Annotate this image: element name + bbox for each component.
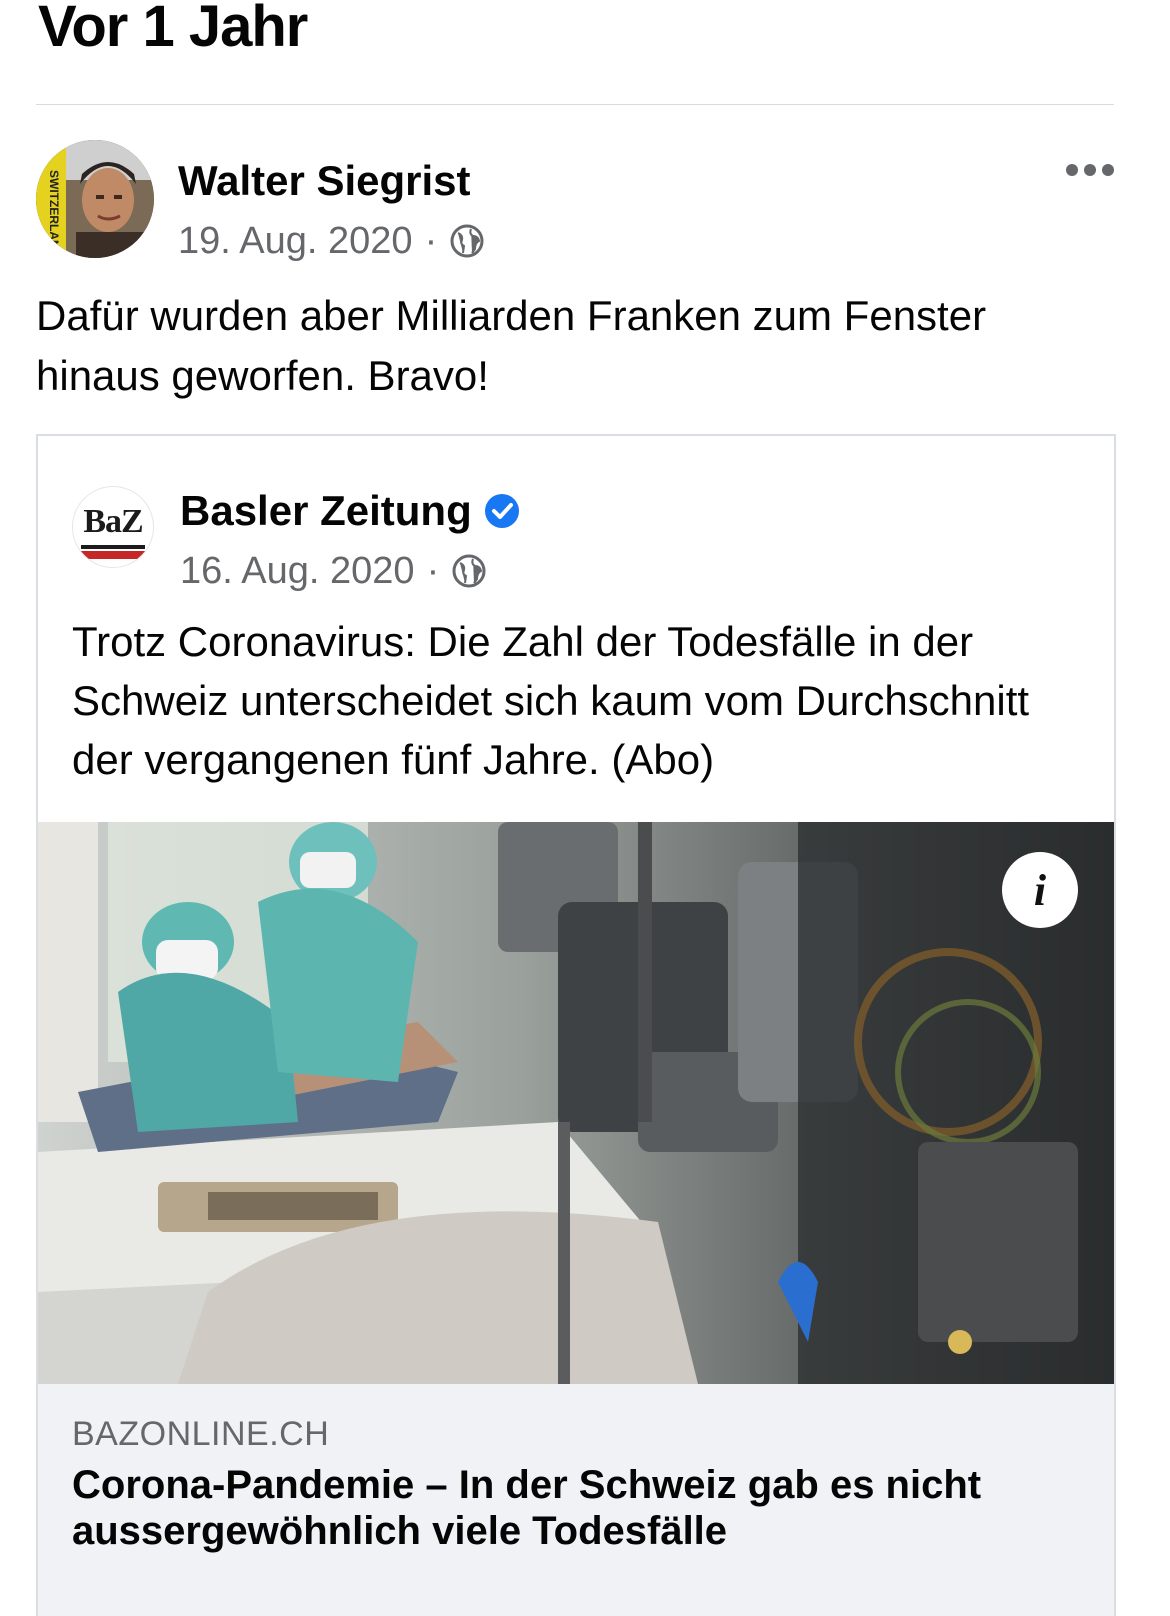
author-name[interactable]: Walter Siegrist [178, 156, 471, 206]
link-headline[interactable]: Corona-Pandemie – In der Schweiz gab es … [72, 1462, 1072, 1554]
link-domain: BAZONLINE.CH [72, 1415, 330, 1453]
divider [36, 104, 1114, 105]
article-photo[interactable]: i [38, 822, 1114, 1384]
info-icon[interactable]: i [1002, 852, 1078, 928]
meta-separator: · [424, 220, 438, 262]
svg-text:SWITZERLAND: SWITZERLAND [47, 170, 61, 258]
baz-logo[interactable]: BaZ [72, 486, 154, 568]
link-preview[interactable]: BAZONLINE.CH Corona-Pandemie – In der Sc… [38, 1384, 1114, 1616]
avatar-image: SWITZERLAND [36, 140, 154, 258]
page-name[interactable]: Basler Zeitung [180, 486, 472, 536]
post-date[interactable]: 19. Aug. 2020 [178, 218, 413, 264]
section-title: Vor 1 Jahr [38, 0, 308, 59]
post-meta: 19. Aug. 2020 · [178, 218, 485, 264]
globe-icon [450, 224, 484, 258]
globe-icon [452, 554, 486, 588]
icu-photo-illustration [38, 822, 1114, 1384]
post-text: Dafür wurden aber Milliarden Franken zum… [36, 292, 987, 399]
shared-date[interactable]: 16. Aug. 2020 [180, 548, 415, 594]
shared-post-text: Trotz Coronavirus: Die Zahl der Todesfäl… [72, 618, 1030, 783]
shared-meta: 16. Aug. 2020 · [180, 548, 487, 594]
shared-post-card[interactable]: BaZ Basler Zeitung 16. Aug. 2020 · Trotz… [36, 434, 1116, 1616]
meta-separator: · [426, 550, 440, 592]
author-avatar[interactable]: SWITZERLAND [36, 140, 154, 258]
verified-badge-icon [484, 494, 519, 528]
baz-logo-text: BaZ [83, 503, 143, 540]
page-name-row: Basler Zeitung [180, 486, 520, 536]
more-options-icon[interactable] [1066, 160, 1114, 180]
